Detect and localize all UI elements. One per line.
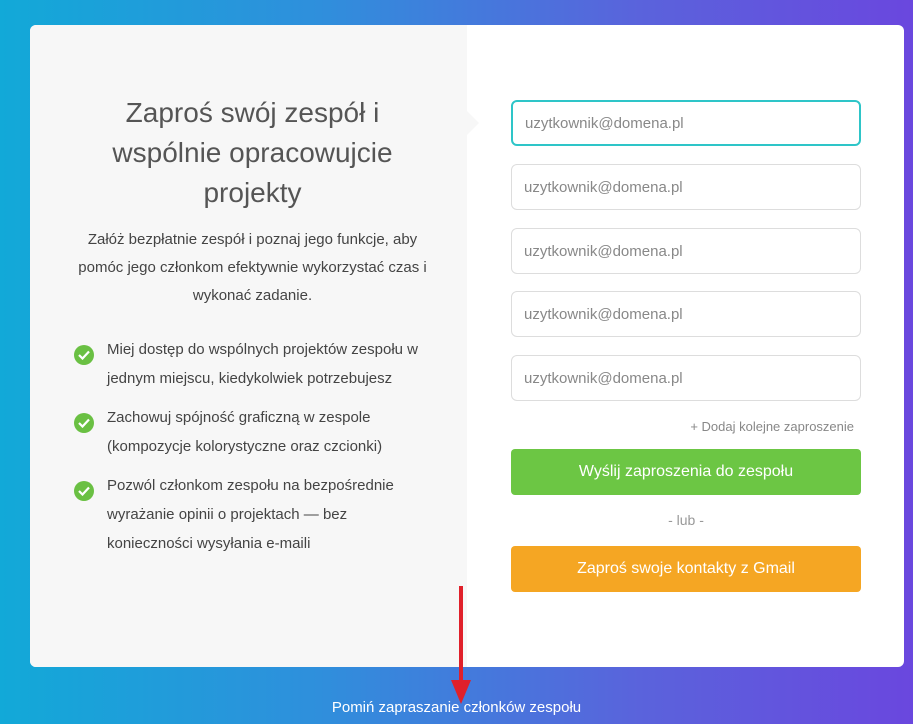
gmail-invite-button[interactable]: Zaproś swoje kontakty z Gmail [511, 546, 861, 592]
check-icon [74, 345, 94, 365]
email-field-4[interactable] [511, 291, 861, 337]
subtitle: Załóż bezpłatnie zespół i poznaj jego fu… [78, 231, 427, 304]
email-field-3[interactable] [511, 228, 861, 274]
page-title: Zaproś swój zespół i wspólnie opracowujc… [112, 97, 393, 208]
email-field-1[interactable] [511, 100, 861, 146]
email-field-5[interactable] [511, 355, 861, 401]
feature-text: Zachowuj spójność graficzną w zespole (k… [107, 409, 383, 455]
red-arrow-annotation [451, 586, 471, 704]
feature-text: Pozwól członkom zespołu na bezpośrednie … [107, 477, 394, 552]
invite-form: + Dodaj kolejne zaproszenie Wyślij zapro… [467, 25, 904, 667]
info-panel: Zaproś swój zespół i wspólnie opracowujc… [30, 25, 479, 667]
add-invite-link[interactable]: + Dodaj kolejne zaproszenie [690, 419, 854, 434]
feature-text: Miej dostęp do wspólnych projektów zespo… [107, 341, 418, 387]
send-invites-button[interactable]: Wyślij zaproszenia do zespołu [511, 449, 861, 495]
check-icon [74, 481, 94, 501]
invite-card: Zaproś swój zespół i wspólnie opracowujc… [30, 25, 904, 667]
email-field-2[interactable] [511, 164, 861, 210]
check-icon [74, 413, 94, 433]
or-divider: - lub - [668, 512, 704, 528]
feature-list: Miej dostęp do wspólnych projektów zespo… [74, 335, 434, 568]
feature-item: Zachowuj spójność graficzną w zespole (k… [74, 403, 434, 461]
feature-item: Pozwól członkom zespołu na bezpośrednie … [74, 471, 434, 558]
feature-item: Miej dostęp do wspólnych projektów zespo… [74, 335, 434, 393]
